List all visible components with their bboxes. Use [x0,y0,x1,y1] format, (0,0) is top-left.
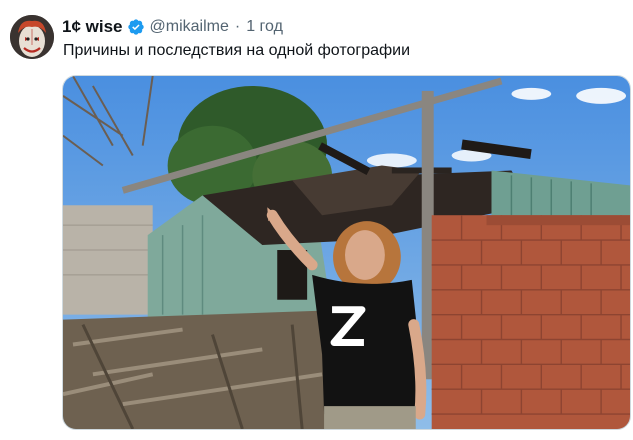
author-avatar[interactable] [10,15,54,59]
tweet-timestamp[interactable]: 1 год [246,18,283,36]
author-name[interactable]: 1¢ wise [62,17,123,37]
separator-dot: · [234,18,241,35]
tweet-photo[interactable] [62,75,631,430]
tweet-text: Причины и последствия на одной фотографи… [63,42,411,59]
photo-burned-house [63,76,630,429]
verified-badge-icon [127,18,145,36]
author-handle[interactable]: @mikailme [150,18,229,36]
tweet-header: 1¢ wise @mikailme · 1 год [62,16,283,38]
clown-avatar-image [10,15,54,59]
